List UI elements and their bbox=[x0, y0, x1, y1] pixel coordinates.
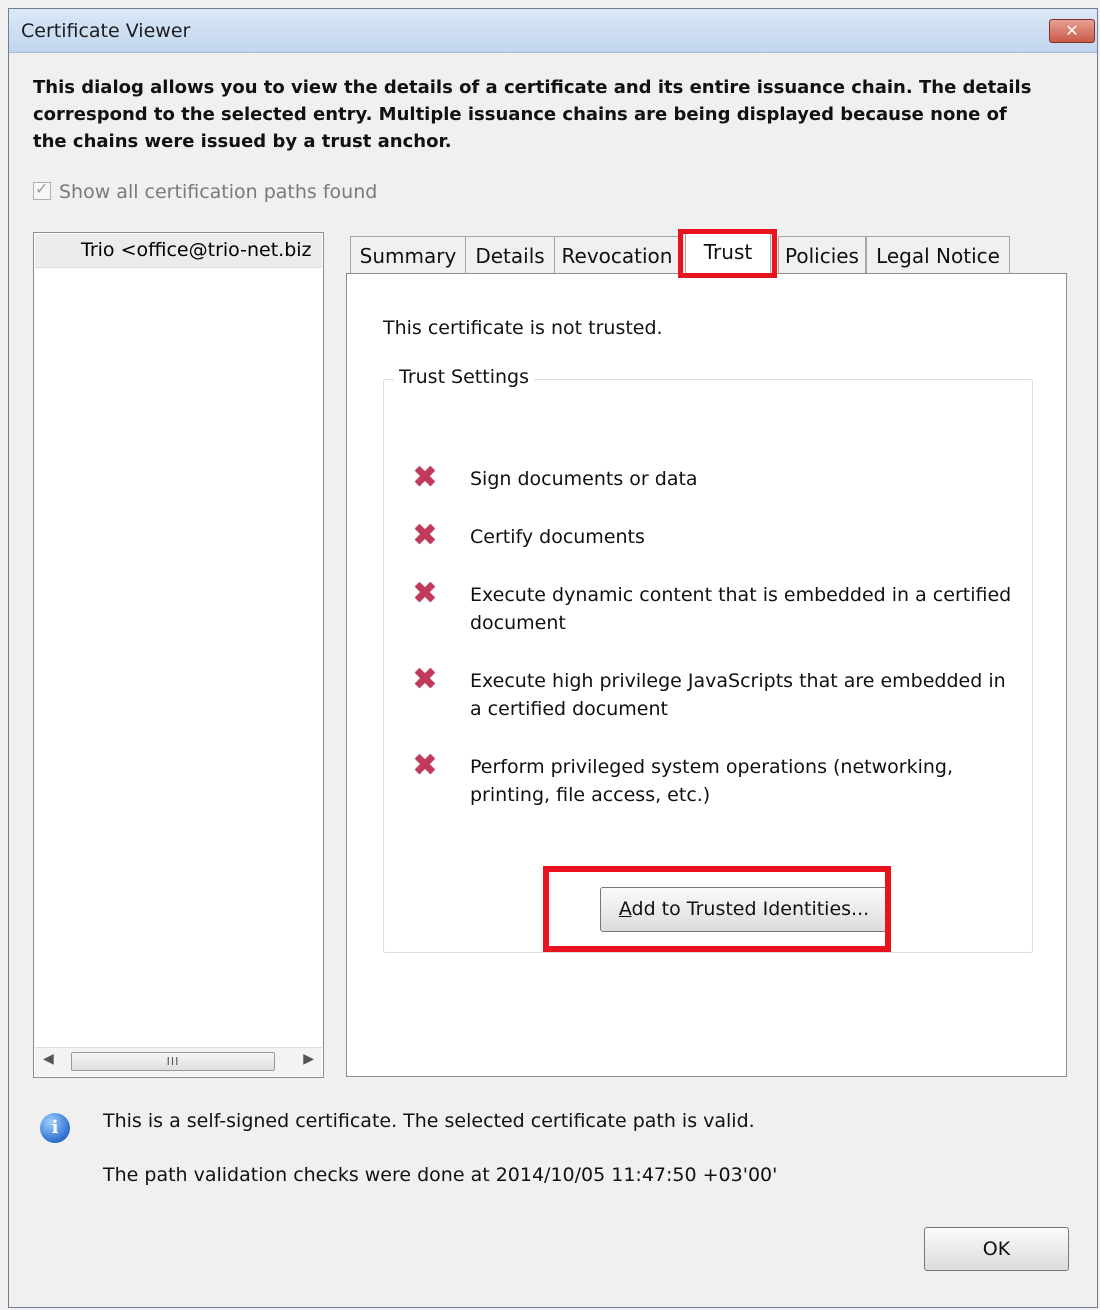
x-icon: ✖ bbox=[412, 460, 438, 495]
scroll-right-icon[interactable]: ▶ bbox=[303, 1051, 314, 1067]
info-line-2: The path validation checks were done at … bbox=[103, 1164, 778, 1186]
tab-details[interactable]: Details bbox=[465, 236, 555, 274]
show-all-paths-checkbox[interactable]: Show all certification paths found bbox=[33, 179, 378, 203]
trust-item-text: Execute high privilege JavaScripts that … bbox=[470, 670, 1006, 720]
scroll-left-icon[interactable]: ◀ bbox=[43, 1051, 54, 1067]
close-icon: ✕ bbox=[1065, 21, 1079, 40]
intro-text: This dialog allows you to view the detai… bbox=[33, 77, 1032, 152]
trust-status-text: This certificate is not trusted. bbox=[383, 317, 663, 339]
title-bar: Certificate Viewer ✕ bbox=[9, 9, 1097, 53]
trust-item-text: Perform privileged system operations (ne… bbox=[470, 756, 953, 806]
tab-label: Details bbox=[475, 244, 545, 268]
tab-revocation[interactable]: Revocation bbox=[554, 236, 680, 274]
scrollbar-thumb[interactable]: III bbox=[71, 1052, 275, 1071]
info-line-1: This is a self-signed certificate. The s… bbox=[103, 1110, 755, 1132]
window-title: Certificate Viewer bbox=[21, 20, 191, 42]
horizontal-scrollbar[interactable]: ◀ III ▶ bbox=[35, 1047, 322, 1076]
ok-button-label: OK bbox=[982, 1238, 1011, 1260]
trust-item-text: Execute dynamic content that is embedded… bbox=[470, 584, 1012, 634]
certificate-tree[interactable]: Trio <office@trio-net.biz ◀ III ▶ bbox=[33, 232, 324, 1078]
show-all-paths-label: Show all certification paths found bbox=[59, 181, 378, 203]
scrollbar-grip: III bbox=[166, 1055, 180, 1068]
tab-legal-notice[interactable]: Legal Notice bbox=[866, 236, 1010, 274]
checkbox-icon[interactable] bbox=[33, 179, 51, 200]
x-icon: ✖ bbox=[412, 748, 438, 783]
tab-policies[interactable]: Policies bbox=[778, 236, 866, 274]
trust-item-text: Certify documents bbox=[470, 526, 645, 548]
close-button[interactable]: ✕ bbox=[1049, 19, 1095, 43]
x-icon: ✖ bbox=[412, 662, 438, 697]
tab-label: Revocation bbox=[561, 244, 673, 268]
ok-button[interactable]: OK bbox=[924, 1227, 1069, 1271]
trust-item-text: Sign documents or data bbox=[470, 468, 698, 490]
tab-summary[interactable]: Summary bbox=[350, 236, 466, 274]
tab-label: Legal Notice bbox=[876, 244, 1000, 268]
tree-item-label: Trio <office@trio-net.biz bbox=[81, 239, 312, 261]
x-icon: ✖ bbox=[412, 518, 438, 553]
tab-label: Policies bbox=[785, 244, 859, 268]
info-icon: i bbox=[40, 1113, 70, 1143]
x-icon: ✖ bbox=[412, 576, 438, 611]
tab-label: Summary bbox=[359, 244, 457, 268]
add-button-highlight bbox=[543, 866, 891, 952]
trust-tab-panel: This certificate is not trusted. Trust S… bbox=[346, 273, 1067, 1077]
trust-tab-highlight bbox=[678, 229, 777, 278]
tree-item-certificate[interactable]: Trio <office@trio-net.biz bbox=[35, 234, 322, 268]
trust-settings-label: Trust Settings bbox=[394, 366, 534, 388]
